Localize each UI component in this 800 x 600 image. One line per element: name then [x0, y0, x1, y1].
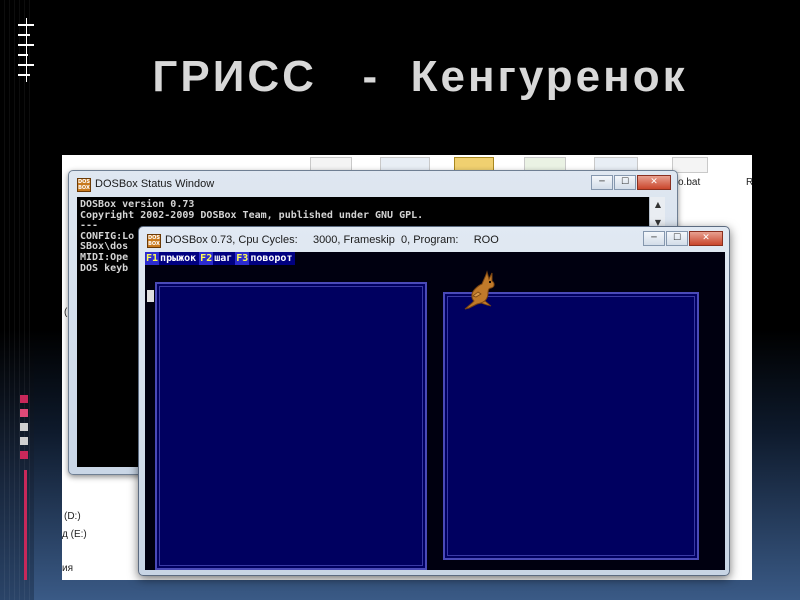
ornament-lines — [18, 18, 34, 82]
left-decor-stripe — [0, 0, 34, 600]
console-line: CONFIG:Lo — [80, 230, 135, 242]
jump-command[interactable]: прыжок — [159, 252, 200, 265]
text-cursor — [147, 290, 154, 302]
dosbox-icon: DOS BOX — [147, 234, 161, 248]
side-char: ( — [64, 307, 68, 318]
file-label[interactable]: o.bat — [678, 177, 700, 188]
stripe-texture — [0, 0, 34, 600]
dosbox-icon: DOS BOX — [77, 178, 91, 192]
file-label[interactable]: R — [746, 177, 752, 188]
window-controls: ─ ☐ ✕ — [590, 175, 671, 191]
dosbox-program-window[interactable]: DOS BOX DOSBox 0.73, Cpu Cycles: 3000, F… — [138, 226, 730, 576]
console-line: SBox\dos — [80, 241, 129, 253]
console-line: --- — [80, 220, 99, 232]
console-line: MIDI:Ope — [80, 251, 129, 263]
file-icon — [672, 157, 708, 173]
close-button[interactable]: ✕ — [689, 231, 723, 246]
kangaroo-icon — [464, 270, 495, 310]
drive-label[interactable]: ия — [62, 563, 73, 574]
command-menu-bar: F1 прыжок F2 шаг F3 поворот — [145, 252, 296, 265]
step-command[interactable]: шаг — [213, 252, 236, 265]
window-controls: ─ ☐ ✕ — [642, 231, 723, 247]
f3-key[interactable]: F3 — [235, 252, 250, 265]
accent-bar — [24, 470, 27, 580]
maximize-button[interactable]: ☐ — [614, 175, 636, 190]
program-panel[interactable] — [155, 282, 427, 570]
status-window-title: DOSBox Status Window — [95, 178, 215, 190]
close-button[interactable]: ✕ — [637, 175, 671, 190]
drawing-field[interactable] — [443, 292, 699, 560]
console-line: DOSBox version 0.73 — [80, 199, 195, 210]
scroll-up-arrow-icon[interactable]: ▲ — [650, 197, 665, 213]
f2-key[interactable]: F2 — [199, 252, 214, 265]
minimize-button[interactable]: ─ — [591, 175, 613, 190]
drive-label[interactable]: д (E:) — [62, 529, 87, 540]
drive-label[interactable]: (D:) — [64, 511, 81, 522]
slide-title: ГРИСС - Кенгуренок — [152, 52, 688, 101]
f1-key[interactable]: F1 — [145, 252, 160, 265]
console-line: Copyright 2002-2009 DOSBox Team, publish… — [80, 209, 424, 221]
turn-command[interactable]: поворот — [249, 252, 296, 265]
accent-squares — [20, 395, 32, 465]
console-line: DOS keyb — [80, 262, 129, 274]
maximize-button[interactable]: ☐ — [666, 231, 688, 246]
dosbox-titlebar[interactable]: DOS BOX DOSBox 0.73, Cpu Cycles: 3000, F… — [139, 227, 729, 253]
dos-screen[interactable]: F1 прыжок F2 шаг F3 поворот — [145, 252, 725, 570]
dosbox-window-title: DOSBox 0.73, Cpu Cycles: 3000, Frameskip… — [165, 234, 499, 246]
status-window-titlebar[interactable]: DOS BOX DOSBox Status Window ─ ☐ ✕ — [69, 171, 677, 197]
minimize-button[interactable]: ─ — [643, 231, 665, 246]
